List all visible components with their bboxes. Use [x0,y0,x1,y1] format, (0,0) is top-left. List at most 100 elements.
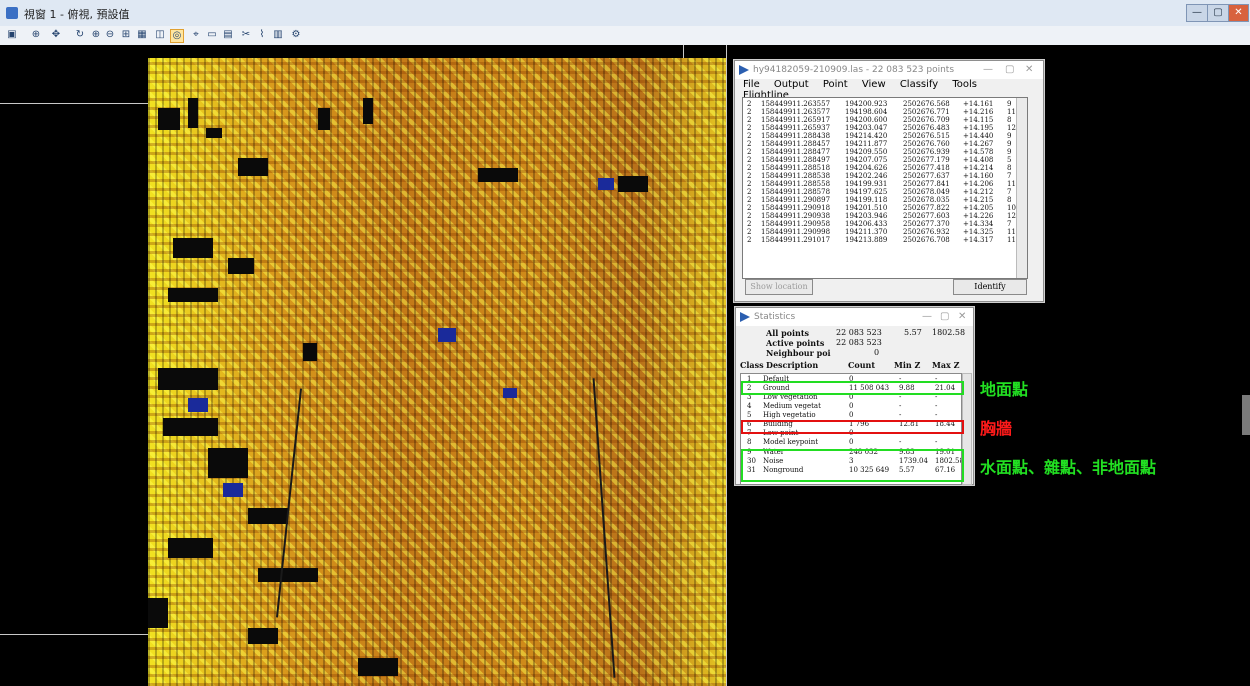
minimize-icon[interactable]: — [922,311,932,322]
point-cell: 158449911.290998 [761,228,831,236]
point-row[interactable]: 2 158449911.265937 194203.047 2502676.483 +1… [743,124,1027,132]
section-icon[interactable]: ▥ [272,29,284,41]
building-patch [248,628,278,644]
point-row[interactable]: 2 158449911.288518 194204.626 2502677.418 +1… [743,164,1027,172]
point-cell: +14.440 [963,132,994,140]
point-row[interactable]: 2 158449911.263557 194200.923 2502676.568 +1… [743,100,1027,108]
point-cell: 9 [1007,100,1012,108]
building-patch [206,128,222,138]
annotation-others: 水面點、雜點、非地面點 [980,458,1157,477]
minimize-button[interactable]: — [1186,4,1208,22]
point-row[interactable]: 2 158449911.288578 194197.625 2502678.049 +1… [743,188,1027,196]
building-patch [168,538,213,558]
point-cell: 9 [1007,140,1012,148]
zoom-in-icon[interactable]: ⊕ [90,29,102,41]
point-cell: 2 [747,180,752,188]
cut-icon[interactable]: ✂ [240,29,252,41]
point-row[interactable]: 2 158449911.288438 194214.420 2502676.515 +1… [743,132,1027,140]
settings-icon[interactable]: ⚙ [290,29,302,41]
point-row[interactable]: 2 158449911.290938 194203.946 2502677.603 +1… [743,212,1027,220]
point-row[interactable]: 2 158449911.290918 194201.510 2502677.822 +1… [743,204,1027,212]
point-cell: 158449911.288497 [761,156,831,164]
point-cell: 9 [1007,148,1012,156]
show-location-button[interactable]: Show location [745,279,813,295]
zoom-out-icon[interactable]: ⊖ [104,29,116,41]
grid-icon[interactable]: ▦ [136,29,148,41]
class-cell: - [935,402,938,410]
point-row[interactable]: 2 158449911.291017 194213.889 2502676.708 +1… [743,236,1027,244]
profile-icon[interactable]: ⌇ [256,29,268,41]
point-cell: 7 [1007,188,1012,196]
menu-point[interactable]: Point [823,79,848,90]
toolbar: ▣ ⊕ ✥ ↻ ⊕ ⊖ ⊞ ▦ ◫ ◎ ⌖ ▭ ▤ ✂ ⌇ ▥ ⚙ [0,26,1250,46]
point-row[interactable]: 2 158449911.265917 194200.600 2502676.709 +1… [743,116,1027,124]
scrollbar-thumb[interactable] [1242,395,1250,435]
point-cell: +14.115 [963,116,994,124]
select-icon[interactable]: ◫ [154,29,166,41]
point-cell: 2502677.841 [903,180,950,188]
point-row[interactable]: 2 158449911.288457 194211.877 2502676.760 +1… [743,140,1027,148]
class-row[interactable]: 8 Model keypoint 0 - - [741,438,961,446]
point-row[interactable]: 2 158449911.288538 194202.246 2502677.637 +1… [743,172,1027,180]
point-cell: 158449911.290958 [761,220,831,228]
point-list-scrollbar[interactable] [1016,98,1027,278]
point-cell: 2 [747,196,752,204]
point-cloud-raster[interactable] [148,58,726,686]
layer-icon[interactable]: ▤ [222,29,234,41]
building-patch [228,258,254,274]
point-cell: 2502676.709 [903,116,950,124]
point-cloud-viewport[interactable] [0,45,1250,686]
point-cell: 158449911.288457 [761,140,831,148]
point-cell: 8 [1007,116,1012,124]
menu-tools[interactable]: Tools [952,79,977,90]
point-row[interactable]: 2 158449911.288558 194199.931 2502677.841 +1… [743,180,1027,188]
all-points-count: 22 083 523 [836,328,882,337]
fit-icon[interactable]: ⊞ [120,29,132,41]
pan-icon[interactable]: ✥ [50,29,62,41]
menu-file[interactable]: File [743,79,760,90]
close-button[interactable]: ✕ [1228,4,1249,22]
point-cell: 11 [1007,180,1016,188]
guide-line [726,45,727,686]
point-cell: +14.334 [963,220,994,228]
class-row[interactable]: 5 High vegetatio 0 - - [741,411,961,419]
measure-icon[interactable]: ⌖ [190,29,202,41]
point-row[interactable]: 2 158449911.290897 194199.118 2502678.035 +1… [743,196,1027,204]
point-row[interactable]: 2 158449911.290958 194206.433 2502677.370 +1… [743,220,1027,228]
menu-view[interactable]: View [862,79,886,90]
water-patch [223,483,243,497]
point-cell: 2502677.822 [903,204,950,212]
minimize-icon[interactable]: — [983,64,993,75]
open-icon[interactable]: ▣ [6,29,18,41]
zoom-icon[interactable]: ⊕ [30,29,42,41]
identify-button[interactable]: Identify [953,279,1027,295]
rotate-icon[interactable]: ↻ [74,29,86,41]
annotation-ground: 地面點 [980,380,1029,399]
point-cell: 2502678.035 [903,196,950,204]
others-highlight-box [741,449,964,482]
active-tool-icon[interactable]: ◎ [170,29,184,43]
maximize-button[interactable]: ▢ [1207,4,1229,22]
point-cell: 194211.370 [845,228,888,236]
stats-window-title: Statistics [754,312,796,322]
point-cell: 5 [1007,156,1012,164]
point-row[interactable]: 2 158449911.290998 194211.370 2502676.932 +1… [743,228,1027,236]
ground-highlight-box [741,381,964,395]
point-list[interactable]: 2 158449911.263557 194200.923 2502676.568 +1… [742,97,1028,279]
menu-classify[interactable]: Classify [900,79,938,90]
menu-output[interactable]: Output [774,79,809,90]
water-patch [188,398,208,412]
close-icon[interactable]: ✕ [958,311,966,322]
point-list-window[interactable]: hy94182059-210909.las - 22 083 523 point… [734,60,1044,302]
maximize-icon[interactable]: ▢ [940,311,949,322]
point-row[interactable]: 2 158449911.288477 194209.550 2502676.939 +1… [743,148,1027,156]
close-icon[interactable]: ✕ [1025,64,1033,75]
point-row[interactable]: 2 158449911.263577 194198.604 2502676.771 +1… [743,108,1027,116]
point-row[interactable]: 2 158449911.288497 194207.075 2502677.179 +1… [743,156,1027,164]
class-row[interactable]: 4 Medium vegetat 0 - - [741,402,961,410]
point-cell: 10 [1007,204,1016,212]
building-patch [318,108,330,130]
view-icon[interactable]: ▭ [206,29,218,41]
point-cell: 158449911.288578 [761,188,831,196]
maximize-icon[interactable]: ▢ [1005,64,1014,75]
